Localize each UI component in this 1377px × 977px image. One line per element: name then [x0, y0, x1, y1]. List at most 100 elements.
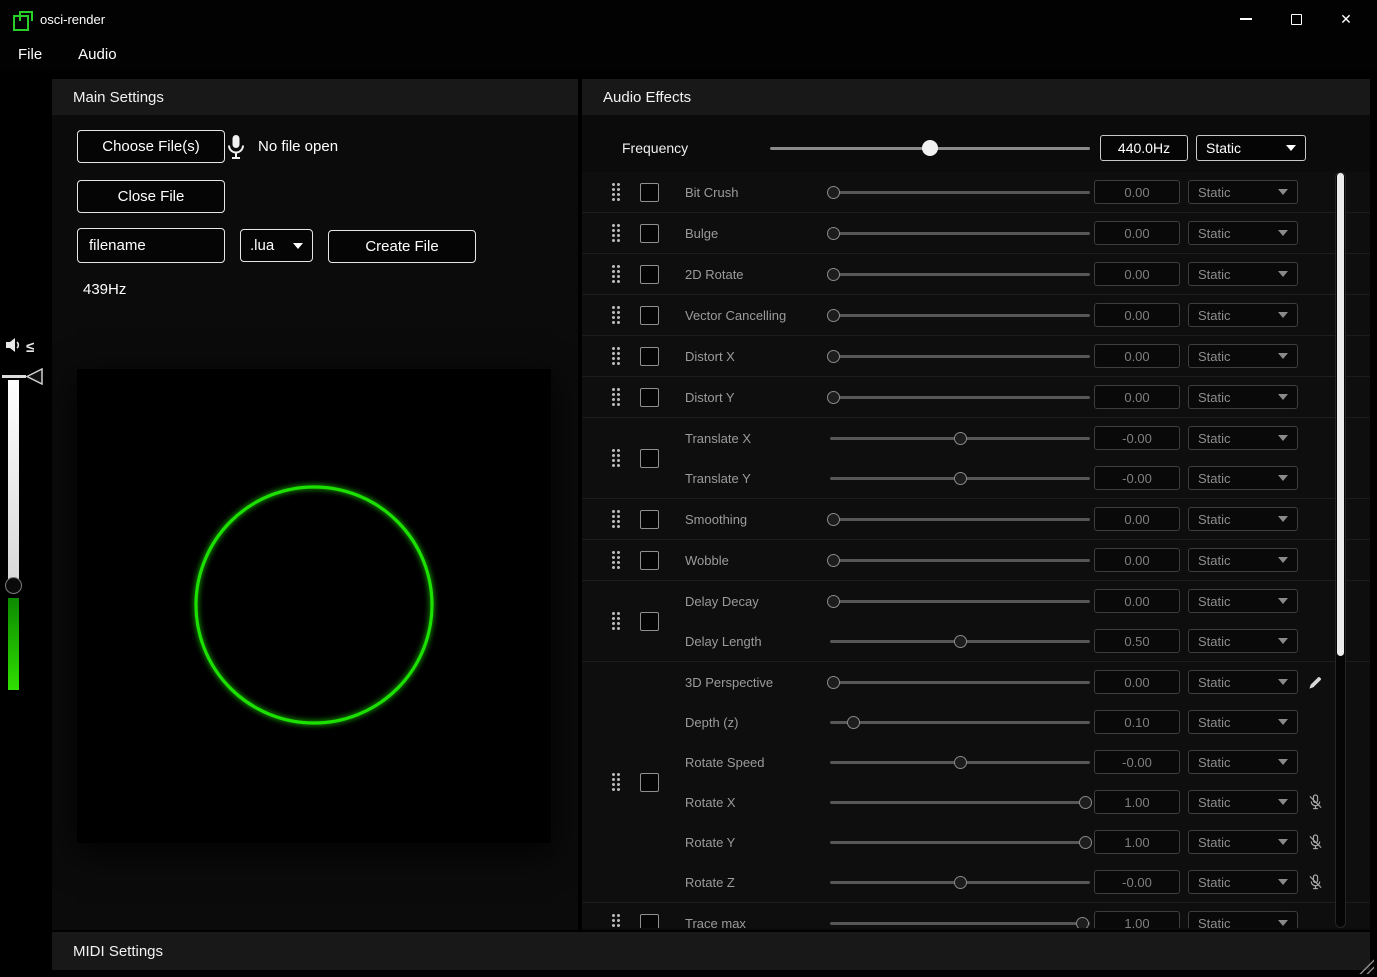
- effect-mode-select[interactable]: Static: [1188, 548, 1298, 572]
- effect-slider[interactable]: [830, 755, 1090, 769]
- drag-handle-icon[interactable]: [612, 183, 620, 201]
- effect-value-box[interactable]: 0.00: [1094, 507, 1180, 531]
- effect-enable-checkbox[interactable]: [640, 551, 659, 570]
- effect-value-box[interactable]: 0.00: [1094, 262, 1180, 286]
- midi-settings-header[interactable]: MIDI Settings: [52, 932, 1370, 970]
- effect-slider[interactable]: [830, 431, 1090, 445]
- effect-value-box[interactable]: 0.00: [1094, 344, 1180, 368]
- effect-slider-thumb[interactable]: [1079, 836, 1092, 849]
- effect-value-box[interactable]: 0.00: [1094, 548, 1180, 572]
- menu-audio[interactable]: Audio: [78, 46, 116, 63]
- effect-value-box[interactable]: -0.00: [1094, 466, 1180, 490]
- effect-slider[interactable]: [830, 916, 1090, 928]
- effect-value-box[interactable]: 0.00: [1094, 385, 1180, 409]
- effect-value-box[interactable]: 1.00: [1094, 911, 1180, 928]
- effect-value-box[interactable]: 1.00: [1094, 790, 1180, 814]
- effect-slider[interactable]: [830, 471, 1090, 485]
- effect-mode-select[interactable]: Static: [1188, 670, 1298, 694]
- effects-scrollbar-thumb[interactable]: [1337, 173, 1344, 656]
- effect-slider-thumb[interactable]: [954, 472, 967, 485]
- frequency-mode-select[interactable]: Static: [1196, 135, 1306, 161]
- effect-slider-thumb[interactable]: [827, 595, 840, 608]
- close-file-button[interactable]: Close File: [77, 180, 225, 213]
- effect-slider-thumb[interactable]: [847, 716, 860, 729]
- effect-slider[interactable]: [830, 308, 1090, 322]
- effect-slider[interactable]: [830, 390, 1090, 404]
- mic-off-icon[interactable]: [1304, 871, 1326, 893]
- effect-mode-select[interactable]: Static: [1188, 589, 1298, 613]
- effect-mode-select[interactable]: Static: [1188, 426, 1298, 450]
- menu-file[interactable]: File: [18, 46, 42, 63]
- speaker-icon[interactable]: [5, 337, 23, 358]
- effect-value-box[interactable]: 0.50: [1094, 629, 1180, 653]
- effect-mode-select[interactable]: Static: [1188, 870, 1298, 894]
- effect-value-box[interactable]: -0.00: [1094, 426, 1180, 450]
- close-icon[interactable]: ✕: [1321, 0, 1371, 38]
- effect-value-box[interactable]: 0.00: [1094, 180, 1180, 204]
- drag-handle-icon[interactable]: [612, 510, 620, 528]
- effect-enable-checkbox[interactable]: [640, 224, 659, 243]
- effect-value-box[interactable]: 1.00: [1094, 830, 1180, 854]
- effect-slider[interactable]: [830, 875, 1090, 889]
- effect-slider[interactable]: [830, 795, 1090, 809]
- effect-slider[interactable]: [830, 675, 1090, 689]
- effect-slider-thumb[interactable]: [827, 268, 840, 281]
- mic-off-icon[interactable]: [1304, 831, 1326, 853]
- effect-mode-select[interactable]: Static: [1188, 262, 1298, 286]
- effect-slider-thumb[interactable]: [827, 513, 840, 526]
- drag-handle-icon[interactable]: [612, 773, 620, 791]
- drag-handle-icon[interactable]: [612, 612, 620, 630]
- effect-slider-thumb[interactable]: [954, 432, 967, 445]
- effect-mode-select[interactable]: Static: [1188, 629, 1298, 653]
- effect-slider[interactable]: [830, 594, 1090, 608]
- effect-slider[interactable]: [830, 715, 1090, 729]
- effect-slider-thumb[interactable]: [827, 391, 840, 404]
- effect-value-box[interactable]: 0.00: [1094, 303, 1180, 327]
- effect-slider-thumb[interactable]: [827, 554, 840, 567]
- effect-value-box[interactable]: 0.00: [1094, 670, 1180, 694]
- frequency-slider-thumb[interactable]: [922, 140, 938, 156]
- volume-slider-thumb[interactable]: [5, 577, 22, 594]
- effect-mode-select[interactable]: Static: [1188, 466, 1298, 490]
- effect-value-box[interactable]: 0.00: [1094, 221, 1180, 245]
- effect-mode-select[interactable]: Static: [1188, 385, 1298, 409]
- effect-value-box[interactable]: -0.00: [1094, 750, 1180, 774]
- edit-icon[interactable]: [1304, 671, 1326, 693]
- effect-slider-thumb[interactable]: [827, 309, 840, 322]
- effect-slider[interactable]: [830, 185, 1090, 199]
- drag-handle-icon[interactable]: [612, 914, 620, 928]
- effect-enable-checkbox[interactable]: [640, 510, 659, 529]
- effect-enable-checkbox[interactable]: [640, 265, 659, 284]
- effects-scrollbar[interactable]: [1335, 172, 1346, 928]
- effect-mode-select[interactable]: Static: [1188, 303, 1298, 327]
- effect-mode-select[interactable]: Static: [1188, 180, 1298, 204]
- drag-handle-icon[interactable]: [612, 388, 620, 406]
- effect-enable-checkbox[interactable]: [640, 388, 659, 407]
- drag-handle-icon[interactable]: [612, 449, 620, 467]
- effect-slider-thumb[interactable]: [954, 756, 967, 769]
- effect-slider-thumb[interactable]: [827, 676, 840, 689]
- effect-enable-checkbox[interactable]: [640, 183, 659, 202]
- effect-slider-thumb[interactable]: [827, 186, 840, 199]
- volume-slider[interactable]: [8, 380, 19, 690]
- effect-mode-select[interactable]: Static: [1188, 507, 1298, 531]
- drag-handle-icon[interactable]: [612, 306, 620, 324]
- mic-off-icon[interactable]: [1304, 791, 1326, 813]
- effect-mode-select[interactable]: Static: [1188, 221, 1298, 245]
- drag-handle-icon[interactable]: [612, 347, 620, 365]
- effect-enable-checkbox[interactable]: [640, 914, 659, 929]
- minimize-icon[interactable]: [1221, 0, 1271, 38]
- maximize-icon[interactable]: [1271, 0, 1321, 38]
- effect-enable-checkbox[interactable]: [640, 612, 659, 631]
- effect-value-box[interactable]: -0.00: [1094, 870, 1180, 894]
- effect-enable-checkbox[interactable]: [640, 449, 659, 468]
- effect-mode-select[interactable]: Static: [1188, 911, 1298, 928]
- frequency-value-box[interactable]: 440.0Hz: [1100, 135, 1188, 161]
- effect-mode-select[interactable]: Static: [1188, 830, 1298, 854]
- effect-slider[interactable]: [830, 512, 1090, 526]
- effect-enable-checkbox[interactable]: [640, 306, 659, 325]
- effect-slider-thumb[interactable]: [954, 876, 967, 889]
- effect-slider-thumb[interactable]: [827, 350, 840, 363]
- effect-mode-select[interactable]: Static: [1188, 750, 1298, 774]
- choose-files-button[interactable]: Choose File(s): [77, 130, 225, 163]
